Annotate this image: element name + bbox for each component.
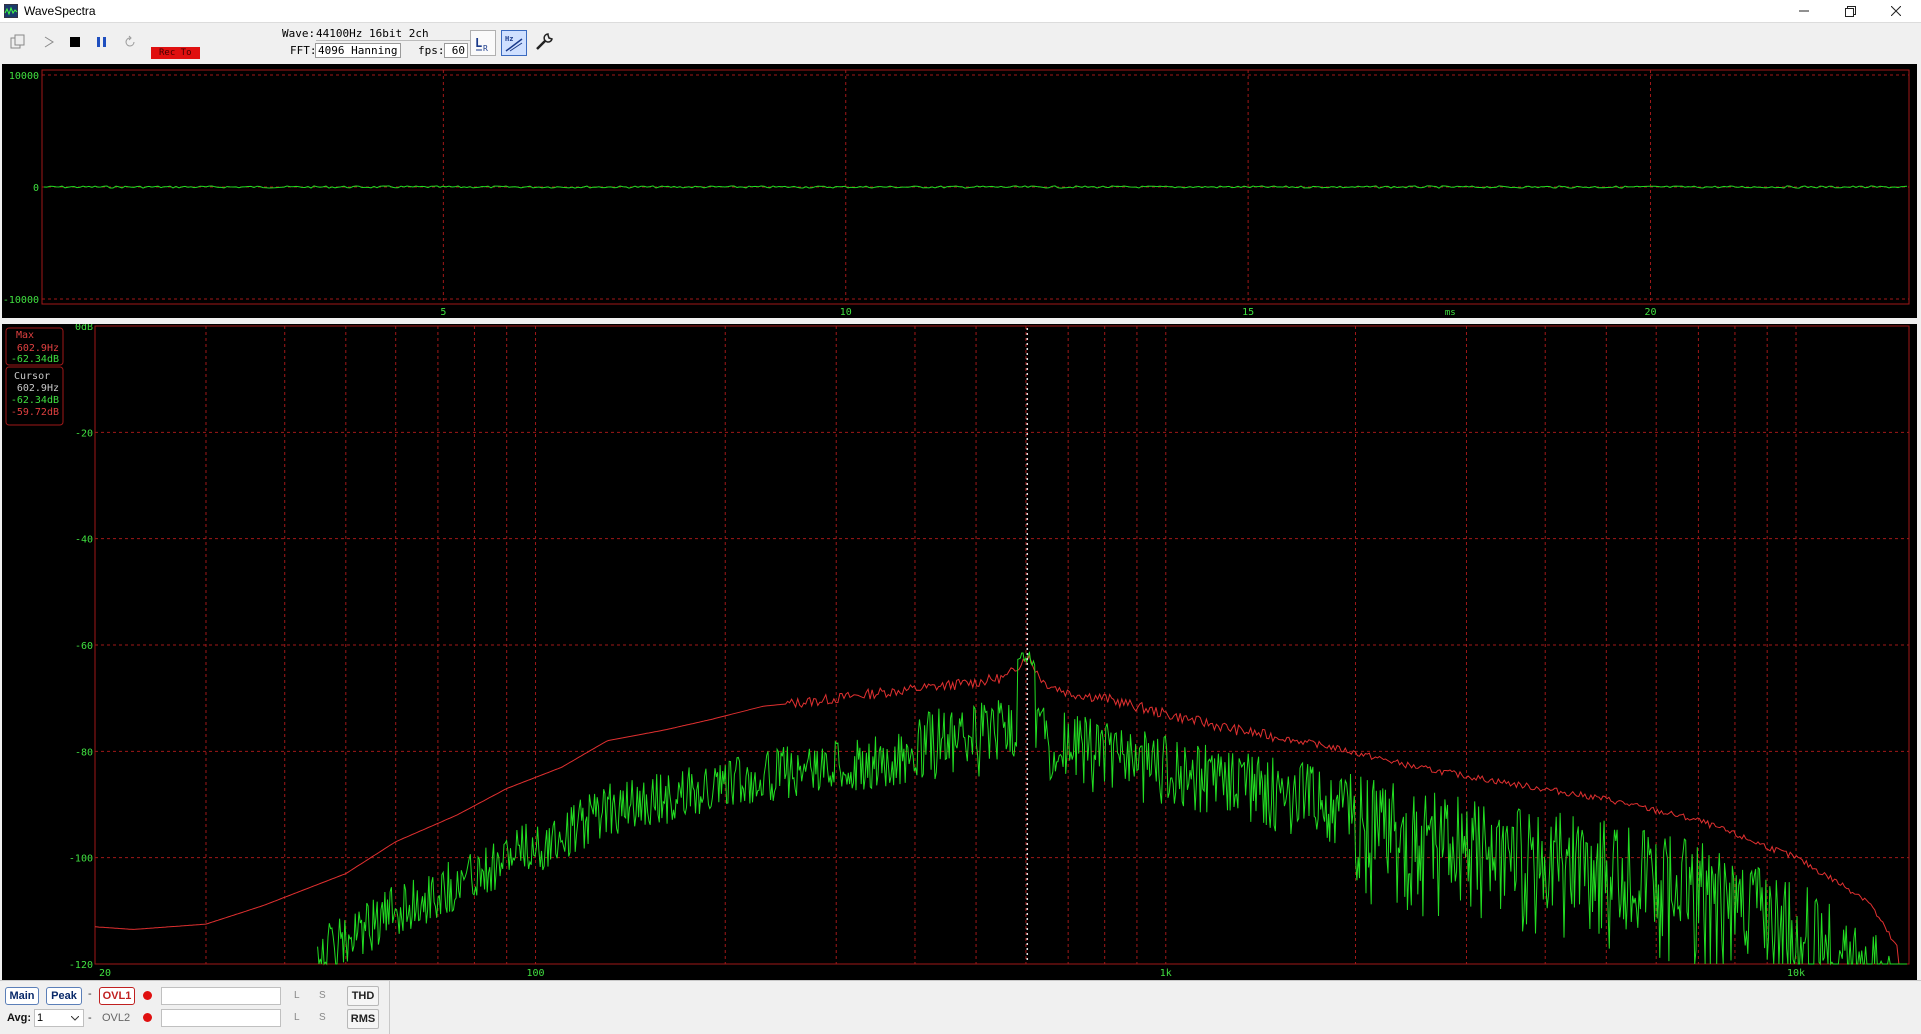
lr-channel-icon: L R (475, 36, 488, 53)
stop-icon (70, 37, 80, 47)
toolbar: Rec To Wave: 44100Hz 16bit 2ch FFT: 4096… (0, 23, 1921, 68)
cursor-readout-box: Cursor 602.9Hz -62.34dB -59.72dB (5, 366, 64, 426)
cursor-level-2: -59.72dB (11, 407, 59, 418)
ovl1-l-label[interactable]: L (294, 990, 300, 1001)
pause-icon (97, 37, 106, 47)
settings-button[interactable] (532, 30, 556, 54)
cursor-level: -62.34dB (11, 395, 59, 406)
waveform-y-tick: 10000 (9, 71, 39, 82)
close-button[interactable] (1873, 0, 1919, 22)
spectrum-y-tick: -60 (75, 641, 93, 652)
loop-icon (125, 35, 135, 47)
minimize-icon (1799, 10, 1809, 12)
loop-button[interactable] (119, 31, 141, 53)
ovl2-label[interactable]: OVL2 (102, 1012, 130, 1024)
waveform-x-tick: 5 (440, 307, 446, 318)
play-button[interactable] (38, 31, 60, 53)
thd-button[interactable]: THD (347, 986, 379, 1006)
spectrum-graph[interactable]: 0dB -20 -40 -60 -80 -100 -120 20 100 1k 10k Max 60… (2, 322, 1917, 980)
svg-text:R: R (483, 44, 488, 53)
spectrum-current-trace (317, 650, 1907, 966)
waveform-x-tick: 10 (840, 307, 852, 318)
dash-1: - (88, 988, 92, 1000)
ovl1-s-label[interactable]: S (319, 990, 326, 1001)
waveform-x-unit: ms (1445, 308, 1456, 318)
spectrum-x-tick: 100 (526, 968, 544, 979)
dash-2: - (88, 1012, 92, 1024)
fft-setting-field[interactable]: 4096 Hanning (315, 43, 401, 58)
waveform-x-tick: 20 (1644, 307, 1656, 318)
spectrum-grid (95, 326, 1909, 964)
fps-field[interactable]: 60 (444, 43, 468, 58)
play-icon (44, 36, 54, 48)
hz-scale-button[interactable]: Hz (501, 30, 527, 56)
bottom-control-bar: Main Peak - OVL1 L S THD Avg: 1 - OVL2 L… (0, 980, 1921, 1034)
wave-value: 44100Hz 16bit 2ch (316, 27, 475, 41)
spectrum-y-tick: -80 (75, 747, 93, 758)
lr-channel-button[interactable]: L R (470, 30, 496, 56)
fps-label: fps: (418, 44, 445, 57)
ovl2-l-label[interactable]: L (294, 1012, 300, 1023)
ovl1-record-dot[interactable] (143, 991, 152, 1000)
minimize-button[interactable] (1781, 0, 1827, 22)
spectrum-y-tick: -20 (75, 428, 93, 439)
max-frequency: 602.9Hz (17, 343, 59, 354)
spectrum-max-trace (94, 654, 1907, 965)
chevron-down-icon (71, 1016, 79, 1021)
waveform-x-tick: 15 (1242, 307, 1254, 318)
fft-label: FFT: (290, 44, 317, 57)
close-icon (1891, 6, 1901, 16)
ovl1-file-field[interactable] (161, 987, 281, 1005)
copy-icon (10, 34, 25, 49)
spectrum-x-tick: 1k (1160, 968, 1172, 979)
cursor-frequency: 602.9Hz (17, 383, 59, 394)
spectrum-y-tick: 0dB (75, 324, 93, 333)
svg-text:L: L (475, 36, 482, 50)
waveform-y-tick: -10000 (3, 295, 39, 306)
waveform-graph[interactable]: 10000 0 -10000 5 10 15 20 ms (2, 64, 1917, 318)
ovl2-record-dot[interactable] (143, 1013, 152, 1022)
max-level: -62.34dB (11, 354, 59, 365)
spectrum-y-tick: -100 (69, 854, 93, 865)
app-icon (4, 4, 18, 18)
restore-icon (1844, 5, 1856, 17)
rms-button[interactable]: RMS (347, 1009, 379, 1029)
max-readout-box: Max 602.9Hz -62.34dB (5, 327, 64, 366)
wave-label: Wave: (282, 27, 316, 40)
restore-button[interactable] (1827, 0, 1873, 22)
main-button[interactable]: Main (5, 987, 39, 1005)
svg-text:Hz: Hz (505, 35, 513, 43)
spectrum-y-tick: -40 (75, 535, 93, 546)
bottom-divider (389, 981, 390, 1034)
title-bar: WaveSpectra (0, 0, 1921, 23)
spectrum-y-tick: -120 (69, 960, 93, 971)
avg-value: 1 (37, 1012, 44, 1024)
ovl2-file-field[interactable] (161, 1009, 281, 1027)
window-title: WaveSpectra (24, 4, 96, 18)
ovl2-s-label[interactable]: S (319, 1012, 326, 1023)
settings-wrench-icon (536, 33, 553, 50)
peak-button[interactable]: Peak (46, 987, 82, 1005)
waveform-y-tick: 0 (33, 183, 39, 194)
spectrum-x-tick: 20 (99, 968, 111, 979)
ovl1-button[interactable]: OVL1 (99, 987, 135, 1005)
spectrum-x-tick: 10k (1787, 968, 1805, 979)
waveform-panel: 10000 0 -10000 5 10 15 20 ms (2, 64, 1917, 318)
stop-button[interactable] (64, 31, 86, 53)
copy-button[interactable] (7, 31, 29, 53)
avg-select[interactable]: 1 (34, 1009, 84, 1027)
max-label: Max (16, 330, 34, 341)
hz-scale-icon: Hz (505, 35, 523, 52)
spectrum-panel: 0dB -20 -40 -60 -80 -100 -120 20 100 1k 10k Max 60… (2, 322, 1917, 980)
waveform-trace (43, 185, 1908, 189)
avg-label: Avg: (7, 1012, 32, 1024)
pause-button[interactable] (91, 31, 113, 53)
cursor-label: Cursor (14, 371, 50, 382)
rec-to-label[interactable]: Rec To (151, 47, 200, 59)
